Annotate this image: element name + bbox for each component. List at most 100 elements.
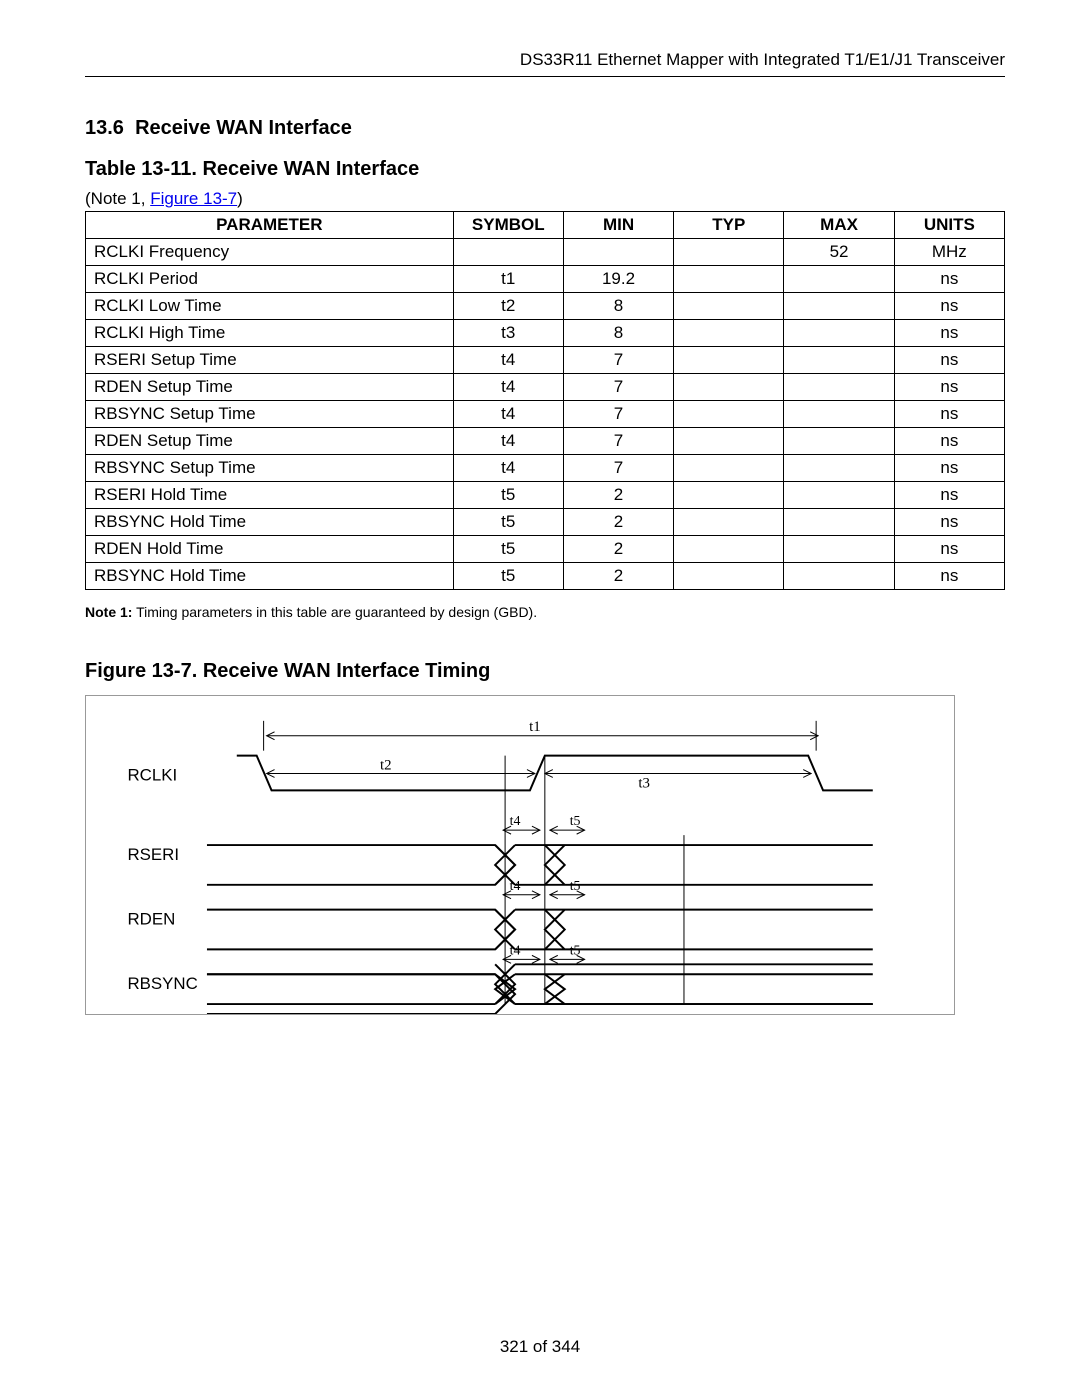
col-parameter: PARAMETER [86,212,454,239]
cell-typ [674,536,784,563]
cell-symbol: t2 [453,293,563,320]
cell-min: 2 [563,509,673,536]
cell-symbol: t1 [453,266,563,293]
cell-min: 7 [563,347,673,374]
col-symbol: SYMBOL [453,212,563,239]
cell-units: ns [894,320,1004,347]
waveform-rseri [207,845,873,885]
document-title: DS33R11 Ethernet Mapper with Integrated … [520,50,1005,69]
figure-caption: Figure 13-7. Receive WAN Interface Timin… [85,660,1005,683]
cell-typ [674,374,784,401]
cell-symbol: t4 [453,428,563,455]
col-typ: TYP [674,212,784,239]
cell-typ [674,509,784,536]
dim-t4-rseri: t4 [510,814,521,829]
cell-units: ns [894,563,1004,590]
cell-symbol [453,239,563,266]
cell-max [784,563,894,590]
cell-symbol: t3 [453,320,563,347]
table-footnote: Note 1: Timing parameters in this table … [85,604,1005,620]
cell-symbol: t5 [453,509,563,536]
cell-max [784,536,894,563]
cell-units: ns [894,536,1004,563]
cell-units: MHz [894,239,1004,266]
cell-parameter: RSERI Setup Time [86,347,454,374]
table-note-reference: (Note 1, Figure 13-7) [85,189,1005,209]
section-heading: 13.6 Receive WAN Interface [85,117,1005,140]
col-max: MAX [784,212,894,239]
cell-max [784,482,894,509]
table-row: RBSYNC Setup Timet47ns [86,401,1005,428]
col-min: MIN [563,212,673,239]
cell-typ [674,320,784,347]
note-suffix: ) [237,189,243,208]
cell-parameter: RSERI Hold Time [86,482,454,509]
table-row: RCLKI Frequency 52MHz [86,239,1005,266]
cell-max: 52 [784,239,894,266]
cell-parameter: RBSYNC Setup Time [86,401,454,428]
footnote-text: Timing parameters in this table are guar… [132,604,537,620]
page-number: 321 of 344 [500,1337,580,1356]
cell-parameter: RBSYNC Hold Time [86,563,454,590]
dim-t4-rden: t4 [510,879,521,894]
table-row: RBSYNC Setup Timet47ns [86,455,1005,482]
waveform-rbsync [207,964,873,1014]
cell-typ [674,293,784,320]
signal-label-rden: RDEN [127,910,175,929]
cell-min: 19.2 [563,266,673,293]
cell-parameter: RDEN Setup Time [86,374,454,401]
table-row: RCLKI Low Timet28 ns [86,293,1005,320]
figure-link[interactable]: Figure 13-7 [150,189,237,208]
table-row: RDEN Setup Timet47ns [86,428,1005,455]
cell-typ [674,266,784,293]
cell-max [784,320,894,347]
cell-min: 2 [563,536,673,563]
dim-t5-rseri: t5 [570,814,581,829]
cell-max [784,428,894,455]
cell-max [784,509,894,536]
dim-t5-rden: t5 [570,879,581,894]
cell-units: ns [894,428,1004,455]
cell-min: 2 [563,482,673,509]
table-row: RDEN Hold Timet52ns [86,536,1005,563]
dim-t4-rbsync: t4 [510,943,521,958]
cell-parameter: RBSYNC Hold Time [86,509,454,536]
cell-typ [674,428,784,455]
table-row: RCLKI High Timet38ns [86,320,1005,347]
cell-parameter: RDEN Setup Time [86,428,454,455]
cell-max [784,455,894,482]
cell-typ [674,347,784,374]
cell-typ [674,482,784,509]
cell-parameter: RCLKI Frequency [86,239,454,266]
cell-symbol: t4 [453,347,563,374]
cell-parameter: RCLKI Low Time [86,293,454,320]
table-row: RBSYNC Hold Timet52ns [86,509,1005,536]
page-footer: 321 of 344 [0,1337,1080,1357]
footnote-label: Note 1: [85,604,132,620]
table-row: RSERI Hold Timet52ns [86,482,1005,509]
cell-parameter: RCLKI High Time [86,320,454,347]
cell-min: 2 [563,563,673,590]
cell-units: ns [894,293,1004,320]
cell-symbol: t5 [453,482,563,509]
cell-units: ns [894,266,1004,293]
cell-max [784,266,894,293]
cell-max [784,293,894,320]
cell-symbol: t5 [453,563,563,590]
cell-min: 7 [563,374,673,401]
signal-label-rclki: RCLKI [127,765,177,784]
cell-typ [674,455,784,482]
cell-typ [674,401,784,428]
cell-units: ns [894,401,1004,428]
timing-diagram: RCLKI RSERI RDEN RBSYNC t1 t2 t3 t4 t5 t… [85,695,955,1015]
cell-parameter: RCLKI Period [86,266,454,293]
cell-symbol: t4 [453,374,563,401]
dim-t1: t1 [529,719,541,735]
signal-label-rseri: RSERI [127,845,179,864]
table-row: RBSYNC Hold Timet52 ns [86,563,1005,590]
dim-t5-rbsync: t5 [570,943,581,958]
cell-min: 8 [563,293,673,320]
dim-t2: t2 [380,758,392,774]
table-header-row: PARAMETER SYMBOL MIN TYP MAX UNITS [86,212,1005,239]
note-prefix: (Note 1, [85,189,150,208]
